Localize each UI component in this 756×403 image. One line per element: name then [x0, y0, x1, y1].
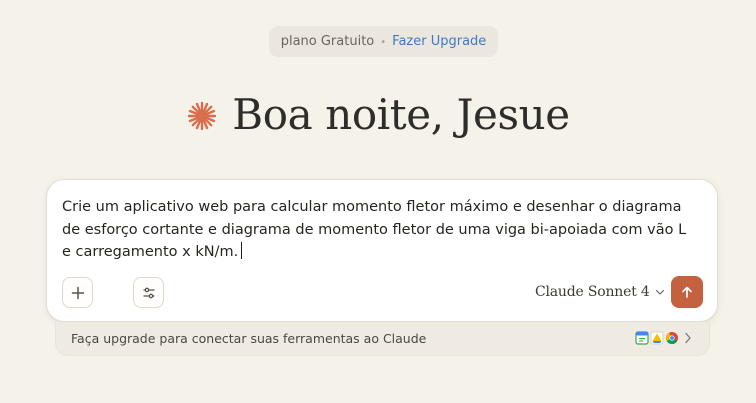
chevron-down-icon: [655, 289, 664, 295]
greeting: Boa noite, Jesue: [0, 86, 756, 146]
chevron-right-icon: [685, 332, 691, 344]
prompt-line: de esforço cortante e diagrama de moment…: [62, 221, 687, 238]
banner-text: Faça upgrade para conectar suas ferramen…: [71, 331, 427, 346]
sliders-icon: [142, 287, 155, 298]
connector-icons: [635, 330, 680, 346]
message-composer: Crie um aplicativo web para calcular mom…: [46, 179, 718, 322]
prompt-line: Crie um aplicativo web para calcular mom…: [62, 199, 682, 215]
prompt-line-text: e carregamento x kN/m.: [62, 244, 239, 260]
tools-button[interactable]: [133, 277, 164, 308]
send-button[interactable]: [671, 276, 703, 308]
prompt-textarea[interactable]: Crie um aplicativo web para calcular mom…: [62, 196, 702, 264]
plan-upgrade-pill[interactable]: plano Gratuito • Fazer Upgrade: [269, 26, 498, 57]
add-attachment-button[interactable]: [62, 277, 93, 308]
model-selector[interactable]: Claude Sonnet 4: [535, 281, 665, 303]
upgrade-link[interactable]: Fazer Upgrade: [392, 34, 486, 49]
plan-separator: •: [380, 36, 387, 48]
text-caret: [241, 242, 243, 259]
google-calendar-icon: [635, 331, 649, 345]
plan-label: plano Gratuito: [280, 34, 375, 49]
prompt-line: e carregamento x kN/m.: [62, 241, 702, 264]
google-chrome-icon: [665, 332, 678, 345]
google-drive-icon: [650, 331, 664, 345]
connect-tools-banner[interactable]: Faça upgrade para conectar suas ferramen…: [55, 322, 710, 356]
greeting-title: Boa noite, Jesue: [232, 90, 570, 139]
spark-icon: [188, 101, 217, 131]
arrow-up-icon: [682, 286, 692, 298]
plus-icon: [71, 286, 84, 299]
model-name: Claude Sonnet 4: [535, 284, 650, 300]
